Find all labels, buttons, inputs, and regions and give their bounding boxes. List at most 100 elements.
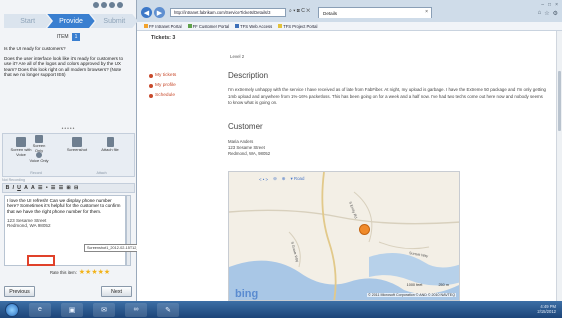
rating-stars[interactable]: ★★★★★ — [79, 268, 110, 276]
taskbar-feedback-icon[interactable]: ✎ — [157, 302, 179, 317]
taskbar-mail-icon[interactable]: ✉ — [93, 302, 115, 317]
taskbar-infinity-icon[interactable]: ∞ — [125, 302, 147, 317]
back-arrow-icon: ◀ — [143, 9, 150, 17]
address-bar[interactable]: http://intranet.fabrikam.com/ServiceTick… — [170, 8, 286, 17]
minimize-window-button[interactable]: – — [541, 2, 544, 8]
rating-row: Rate this item: ★★★★★ — [50, 268, 135, 276]
maximize-window-button[interactable]: □ — [548, 2, 551, 8]
tools-gear-icon[interactable]: ⚙ — [553, 10, 558, 17]
schedule-link[interactable]: Schedule — [149, 91, 176, 101]
format-toolbar: B I U A A ☰ • ☰ ☰ ⊞ ⊟ — [2, 183, 135, 193]
voice-only-button[interactable]: Voice Only — [29, 152, 49, 164]
road-line — [321, 172, 337, 300]
favorite-link[interactable]: FF Customer Portal — [187, 24, 229, 29]
next-button[interactable]: Next — [101, 286, 132, 297]
page-scrollbar-thumb[interactable] — [558, 71, 561, 131]
portal-icon — [187, 24, 192, 29]
minimize-icon[interactable] — [109, 2, 115, 8]
tools-captions: Record Attach — [3, 171, 134, 175]
previous-button[interactable]: Previous — [4, 286, 35, 297]
browser-chrome: ◀ ▶ http://intranet.fabrikam.com/Service… — [137, 0, 562, 22]
forward-button[interactable]: ▶ — [154, 7, 165, 18]
font-color-button[interactable]: A — [24, 185, 29, 191]
attach-caption: Attach — [96, 171, 107, 175]
help-icon[interactable] — [101, 2, 107, 8]
forward-arrow-icon: ▶ — [156, 9, 163, 17]
question-detail: Does the user interface look like it's r… — [4, 55, 124, 78]
schedule-icon — [149, 94, 153, 98]
screen-voice-icon — [16, 137, 26, 147]
map-style-dropdown[interactable]: ▾ Road — [290, 176, 304, 182]
feedback-questions: Is the UI ready for customers? Does the … — [4, 46, 130, 82]
description-heading: Description — [228, 71, 269, 80]
tfs-icon — [235, 24, 240, 29]
step-provide[interactable]: Provide — [47, 14, 95, 28]
customer-city: Redmond, WA, 98052 — [228, 150, 271, 156]
bullet-button[interactable]: • — [45, 185, 48, 191]
remove-link-button[interactable]: ⊟ — [73, 185, 79, 191]
tab-details[interactable]: Details × — [318, 7, 432, 18]
editor-scrollbar[interactable] — [126, 195, 131, 266]
tickets-count: Tickets: 3 — [151, 35, 176, 41]
taskbar: e ▣ ✉ ∞ ✎ 4:49 PM 2/15/2012 — [0, 301, 562, 318]
portal-icon — [144, 24, 148, 29]
settings-icon[interactable] — [93, 2, 99, 8]
map-copyright: © 2011 Microsoft Corporation © AND © 201… — [367, 293, 456, 297]
underline-button[interactable]: U — [17, 185, 22, 191]
favorite-link[interactable]: TFS Project Portal — [278, 24, 317, 29]
tab-title: Details — [323, 10, 338, 16]
question-title: Is the UI ready for customers? — [4, 46, 66, 51]
step-submit[interactable]: Submit — [90, 14, 138, 28]
browser-toolbar-icons: ⌂ ☆ ⚙ — [538, 10, 558, 17]
home-icon[interactable]: ⌂ — [538, 10, 542, 17]
zoom-in-icon[interactable]: ⊕ — [282, 176, 286, 182]
my-profile-link[interactable]: My profile — [149, 81, 176, 91]
feedback-editor[interactable]: I love the UI refresh! Can we display ph… — [4, 195, 126, 266]
feedback-panel: Start Provide Submit ITEM 1 Is the UI re… — [0, 0, 138, 301]
location-pin-icon[interactable] — [359, 224, 370, 235]
screen-only-button[interactable]: Screen Only — [29, 135, 49, 153]
customer-map[interactable]: S Emily Rd S Grove Way Sunset Way < • > … — [228, 171, 460, 301]
taskbar-ie-icon[interactable]: e — [29, 302, 51, 317]
favorite-link[interactable]: FF Intranet Portal — [144, 24, 182, 29]
tab-close-icon[interactable]: × — [425, 9, 428, 15]
align-button[interactable]: ☰ — [37, 185, 43, 191]
address-url: http://intranet.fabrikam.com/ServiceTick… — [174, 10, 271, 15]
rate-label: Rate this item: — [50, 269, 77, 275]
italic-button[interactable]: I — [12, 185, 15, 191]
page-content: Tickets: 3 Level 2 My tickets My profile… — [137, 31, 562, 301]
address-controls[interactable]: ⌕ ▾ ⊠ C ✕ — [289, 8, 310, 14]
capture-tools: Screen with Voice Screen Only Voice Only… — [2, 133, 135, 177]
numbered-list-button[interactable]: ☰ — [50, 185, 56, 191]
resize-handle[interactable]: ••••• — [0, 126, 137, 132]
panel-top-icons — [93, 2, 123, 8]
map-scale: 1000 feet 250 m — [406, 283, 449, 287]
attach-file-button[interactable]: Attach file — [96, 137, 124, 153]
close-window-button[interactable]: × — [555, 2, 558, 8]
favorite-link[interactable]: TFS Web Access — [235, 24, 272, 29]
system-clock[interactable]: 4:49 PM 2/15/2012 — [537, 304, 556, 314]
screenshot-button[interactable]: Screenshot — [63, 137, 91, 153]
profile-icon — [149, 84, 153, 88]
zoom-out-icon[interactable]: ⊖ — [273, 176, 277, 182]
insert-link-button[interactable]: ⊞ — [66, 185, 72, 191]
customer-details: Maria Anders 123 Sesame Street Redmond, … — [228, 139, 270, 156]
back-button[interactable]: ◀ — [141, 7, 152, 18]
my-tickets-link[interactable]: My tickets — [149, 71, 176, 81]
map-canvas: S Emily Rd S Grove Way Sunset Way — [229, 172, 459, 300]
taskbar-explorer-icon[interactable]: ▣ — [61, 302, 83, 317]
indent-button[interactable]: ☰ — [58, 185, 64, 191]
screen-only-icon — [35, 135, 43, 143]
favorites-bar: FF Intranet Portal FF Customer Portal TF… — [137, 22, 562, 31]
step-start[interactable]: Start — [4, 14, 52, 28]
screenshot-icon — [72, 137, 82, 147]
map-pan-control[interactable]: < • > — [259, 177, 268, 182]
bold-button[interactable]: B — [5, 185, 10, 191]
close-icon[interactable] — [117, 2, 123, 8]
favorites-icon[interactable]: ☆ — [544, 10, 549, 17]
tickets-icon — [149, 74, 153, 78]
page-scrollbar[interactable] — [556, 31, 562, 301]
highlight-button[interactable]: A — [30, 185, 35, 191]
item-number-badge[interactable]: 1 — [71, 32, 81, 41]
start-button[interactable] — [5, 302, 19, 317]
